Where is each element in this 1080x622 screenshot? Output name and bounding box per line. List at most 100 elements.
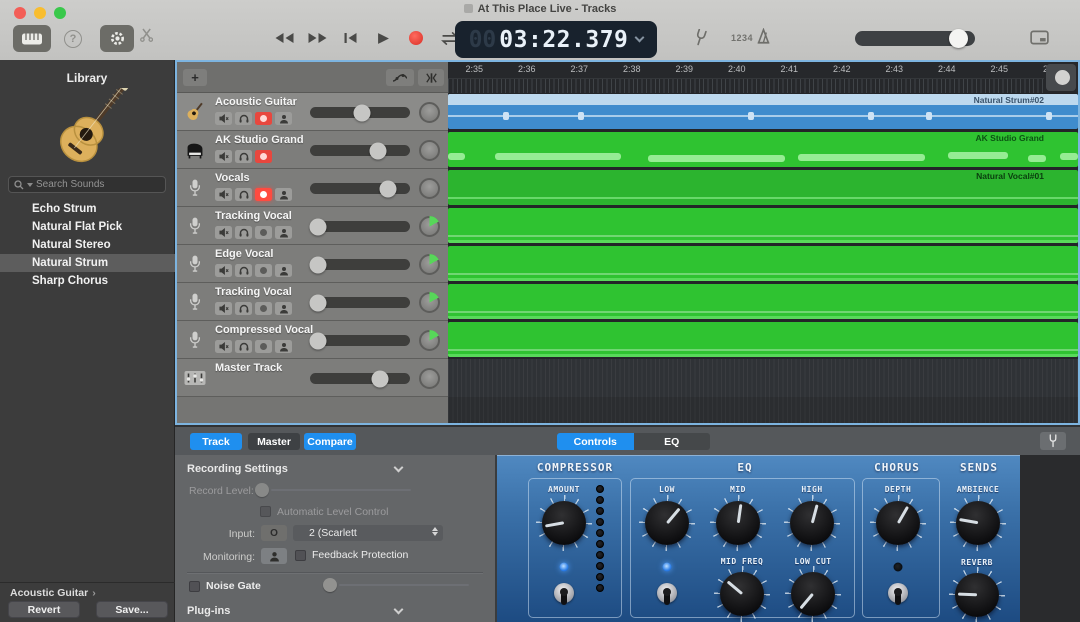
play-button[interactable]	[371, 27, 395, 49]
low-knob[interactable]	[639, 495, 695, 551]
musical-typing-button[interactable]	[13, 25, 51, 52]
revert-button[interactable]: Revert	[8, 601, 80, 618]
input-monitoring-button[interactable]	[275, 226, 292, 239]
list-item[interactable]: Echo Strum	[0, 200, 175, 218]
track-row[interactable]: Vocals	[177, 169, 448, 207]
volume-slider[interactable]	[310, 297, 410, 308]
auto-level-checkbox[interactable]	[260, 506, 271, 517]
list-item[interactable]: Sharp Chorus	[0, 272, 175, 290]
solo-button[interactable]	[235, 112, 252, 125]
noise-gate-slider-track[interactable]	[339, 584, 469, 586]
record-level-slider-track[interactable]	[271, 489, 411, 491]
tab-controls[interactable]: Controls	[557, 433, 634, 450]
track-row[interactable]: Acoustic Guitar	[177, 93, 448, 131]
reverb-knob[interactable]	[949, 567, 1005, 622]
audio-region[interactable]: Natural Vocal#01	[448, 170, 1078, 205]
pan-knob[interactable]	[419, 102, 440, 123]
track-lane[interactable]	[448, 207, 1078, 245]
mute-button[interactable]	[215, 264, 232, 277]
tab-eq[interactable]: EQ	[634, 433, 711, 450]
input-source-dropdown[interactable]: 2 (Scarlett	[293, 525, 443, 541]
input-monitoring-button[interactable]	[275, 188, 292, 201]
pan-knob[interactable]	[419, 292, 440, 313]
mid-knob[interactable]	[710, 495, 766, 551]
pan-knob[interactable]	[419, 254, 440, 275]
volume-knob[interactable]	[372, 370, 389, 387]
list-item[interactable]: Natural Flat Pick	[0, 218, 175, 236]
noise-gate-slider-knob[interactable]	[323, 578, 337, 592]
quick-help-button[interactable]: ?	[64, 30, 82, 48]
pan-knob[interactable]	[419, 140, 440, 161]
high-knob[interactable]	[784, 495, 840, 551]
list-item-selected[interactable]: Natural Strum	[0, 254, 175, 272]
track-row[interactable]: Compressed Vocal	[177, 321, 448, 359]
plugins-header[interactable]: Plug-ins	[187, 605, 230, 617]
zoom-control[interactable]	[1046, 64, 1076, 91]
track-name[interactable]: Compressed Vocal	[215, 324, 313, 336]
record-button[interactable]	[404, 27, 428, 49]
volume-knob[interactable]	[310, 332, 327, 349]
noise-gate-checkbox[interactable]	[189, 581, 200, 592]
record-level-slider-knob[interactable]	[255, 483, 269, 497]
solo-button[interactable]	[235, 302, 252, 315]
audio-region[interactable]: Natural Strum#02	[448, 94, 1078, 129]
track-name[interactable]: AK Studio Grand	[215, 134, 304, 146]
mute-button[interactable]	[215, 112, 232, 125]
record-enable-button[interactable]	[255, 264, 272, 277]
pan-knob[interactable]	[419, 330, 440, 351]
pan-knob[interactable]	[419, 216, 440, 237]
ambience-knob[interactable]	[950, 495, 1006, 551]
recording-settings-header[interactable]: Recording Settings	[187, 463, 288, 475]
count-in-button[interactable]: 1234	[731, 33, 753, 43]
collapse-chevron-icon[interactable]	[394, 605, 404, 615]
track-name[interactable]: Tracking Vocal	[215, 210, 292, 222]
master-track-lane[interactable]	[448, 359, 1078, 397]
volume-knob[interactable]	[310, 294, 327, 311]
audio-region[interactable]	[448, 322, 1078, 357]
track-name[interactable]: Edge Vocal	[215, 248, 273, 260]
pan-knob[interactable]	[419, 178, 440, 199]
feedback-protection-checkbox[interactable]	[295, 550, 306, 561]
search-scope-chevron-icon[interactable]	[27, 183, 33, 187]
input-monitoring-button[interactable]	[275, 302, 292, 315]
tab-compare[interactable]: Compare	[304, 433, 356, 450]
track-lane[interactable]: Natural Vocal#01	[448, 169, 1078, 207]
track-row[interactable]: Tracking Vocal	[177, 207, 448, 245]
mute-button[interactable]	[215, 188, 232, 201]
volume-slider[interactable]	[310, 221, 410, 232]
save-button[interactable]: Save...	[96, 601, 168, 618]
input-format-button[interactable]: O	[261, 525, 287, 541]
low-cut-knob[interactable]	[785, 566, 841, 622]
track-row[interactable]: Edge Vocal	[177, 245, 448, 283]
mute-button[interactable]	[215, 340, 232, 353]
amount-knob[interactable]	[536, 495, 592, 551]
catch-playhead-button[interactable]	[418, 69, 444, 86]
solo-button[interactable]	[235, 150, 252, 163]
lcd-display[interactable]: 00 03:22.379	[455, 21, 657, 58]
input-monitoring-button[interactable]	[275, 340, 292, 353]
forward-button[interactable]	[305, 27, 329, 49]
volume-knob[interactable]	[354, 104, 371, 121]
track-lane[interactable]: AK Studio Grand	[448, 131, 1078, 169]
tuner-button[interactable]	[694, 29, 708, 52]
search-sounds-input[interactable]: Search Sounds	[8, 176, 166, 193]
depth-knob[interactable]	[870, 495, 926, 551]
master-volume-slider[interactable]	[855, 31, 975, 46]
audio-region[interactable]	[448, 284, 1078, 319]
volume-knob[interactable]	[310, 218, 327, 235]
volume-knob[interactable]	[380, 180, 397, 197]
record-enable-button[interactable]	[255, 188, 272, 201]
solo-button[interactable]	[235, 188, 252, 201]
midi-region[interactable]: AK Studio Grand	[448, 132, 1078, 167]
track-name[interactable]: Master Track	[215, 362, 282, 374]
volume-slider[interactable]	[310, 259, 410, 270]
timeline-ruler[interactable]: 2:35 2:36 2:37 2:38 2:39 2:40 2:41 2:42 …	[448, 62, 1078, 93]
tab-master[interactable]: Master	[248, 433, 300, 450]
eq-toggle-switch[interactable]	[656, 581, 678, 609]
rewind-button[interactable]	[272, 27, 296, 49]
arrange-area[interactable]: 2:35 2:36 2:37 2:38 2:39 2:40 2:41 2:42 …	[448, 62, 1078, 423]
display-mode-button[interactable]	[1030, 30, 1049, 45]
breadcrumb[interactable]: Acoustic Guitar›	[10, 587, 96, 599]
solo-button[interactable]	[235, 340, 252, 353]
solo-button[interactable]	[235, 264, 252, 277]
